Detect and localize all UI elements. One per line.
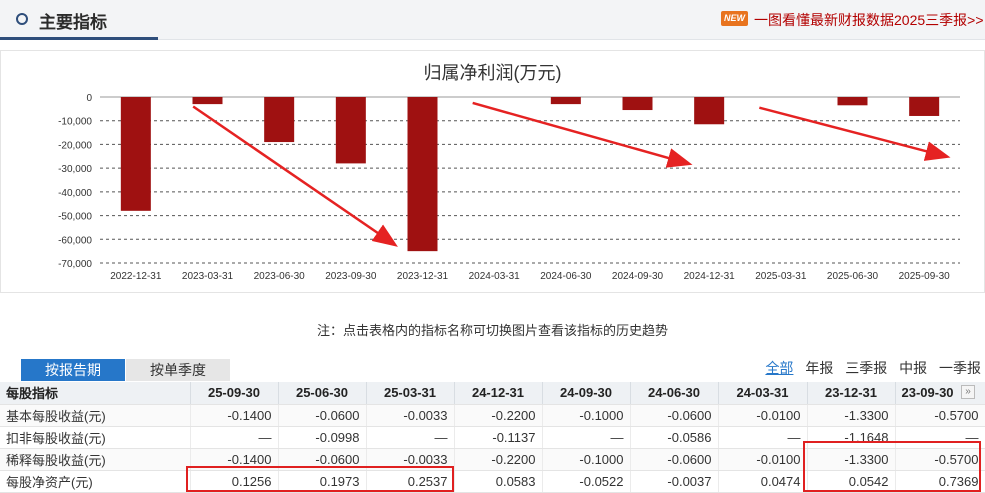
net-profit-bar-chart: 0 -10,000 -20,000 -30,000 -40,000 -50,000 -60,… (58, 93, 960, 282)
row-label[interactable]: 基本每股收益(元) (0, 404, 191, 427)
table-cell: -0.1000 (542, 448, 631, 471)
x-tick-label: 2023-09-30 (325, 271, 377, 282)
annotation-arrow (472, 101, 693, 168)
table-cell: — (366, 426, 455, 449)
table-cell: 0.2537 (366, 470, 455, 493)
filter-annual[interactable]: 年报 (805, 360, 833, 376)
column-header: 25-09-30 (190, 382, 279, 405)
column-header: 24-03-31 (718, 382, 808, 405)
table-cell: -0.1400 (190, 448, 279, 471)
y-tick-label: -20,000 (58, 140, 92, 151)
bar (407, 97, 438, 252)
filter-interim[interactable]: 中报 (899, 360, 927, 376)
x-tick-label: 2024-09-30 (612, 271, 664, 282)
chevron-right-double-icon[interactable]: » (961, 385, 975, 399)
table-cell: — (895, 426, 985, 449)
column-header: 24-12-31 (454, 382, 543, 405)
table-cell: 0.0474 (718, 470, 808, 493)
x-tick-label: 2025-09-30 (899, 271, 951, 282)
table-cell: -0.0600 (630, 448, 719, 471)
bar (120, 97, 151, 211)
report-filter: 全部 年报 三季报 中报 一季报 (757, 358, 981, 378)
table-cell: -0.0600 (630, 404, 719, 427)
bar (550, 97, 581, 105)
y-tick-label: -70,000 (58, 259, 92, 270)
column-header: 25-06-30 (278, 382, 367, 405)
table-cell: -0.0033 (366, 448, 455, 471)
row-label[interactable]: 每股净资产(元) (0, 470, 191, 493)
table-cell: -1.1648 (807, 426, 896, 449)
table-cell: -1.3300 (807, 448, 896, 471)
table-row: 扣非每股收益(元) — -0.0998— -0.1137— -0.0586— -1.164… (0, 426, 985, 449)
table-cell: -0.0033 (366, 404, 455, 427)
bar (694, 97, 725, 125)
y-tick-label: 0 (86, 93, 92, 104)
table-cell: -0.1137 (454, 426, 543, 449)
bar (837, 97, 868, 106)
per-share-table: 每股指标 25-09-30 25-06-30 25-03-31 24-12-31… (0, 382, 985, 493)
x-tick-label: 2023-06-30 (254, 271, 306, 282)
y-tick-label: -40,000 (58, 188, 92, 199)
table-cell: -0.0100 (718, 404, 808, 427)
table-cell: -0.1000 (542, 404, 631, 427)
table-cell: -0.1400 (190, 404, 279, 427)
filter-q1[interactable]: 一季报 (939, 360, 981, 376)
table-cell: 0.0583 (454, 470, 543, 493)
tab-by-period[interactable]: 按报告期 (21, 359, 125, 381)
table-row: 稀释每股收益(元) -0.1400 -0.0600 -0.0033 -0.2200 -0.… (0, 448, 985, 471)
table-row: 基本每股收益(元) -0.1400 -0.0600 -0.0033 -0.2200 -0.… (0, 404, 985, 427)
x-tick-label: 2024-03-31 (469, 271, 521, 282)
bar (264, 97, 295, 143)
table-cell: -0.5700 (895, 448, 985, 471)
column-header: 23-12-31 (807, 382, 896, 405)
table-cell: -0.2200 (454, 448, 543, 471)
y-tick-label: -30,000 (58, 164, 92, 175)
table-cell: -0.0586 (630, 426, 719, 449)
x-tick-label: 2023-12-31 (397, 271, 449, 282)
table-cell: — (190, 426, 279, 449)
table-cell: -0.0600 (278, 448, 367, 471)
x-tick-label: 2025-06-30 (827, 271, 879, 282)
filter-q3[interactable]: 三季报 (845, 360, 887, 376)
table-cell: -0.5700 (895, 404, 985, 427)
tab-by-quarter[interactable]: 按单季度 (126, 359, 230, 381)
table-cell: -0.0037 (630, 470, 719, 493)
table-cell: 0.1256 (190, 470, 279, 493)
table-cell: 0.1973 (278, 470, 367, 493)
table-cell: -0.0998 (278, 426, 367, 449)
hint-note: 注：点击表格内的指标名称可切换图片查看该指标的历史趋势 (316, 323, 668, 338)
bar (622, 97, 653, 111)
x-tick-label: 2024-06-30 (540, 271, 592, 282)
table-cell: -0.0600 (278, 404, 367, 427)
header-label: 每股指标 (0, 382, 191, 405)
x-tick-label: 2024-12-31 (684, 271, 736, 282)
table-cell: 0.0542 (807, 470, 896, 493)
x-tick-label: 2025-03-31 (755, 271, 807, 282)
x-tick-label: 2022-12-31 (110, 271, 162, 282)
row-label[interactable]: 扣非每股收益(元) (0, 426, 191, 449)
column-header: 24-06-30 (630, 382, 719, 405)
table-header-row: 每股指标 25-09-30 25-06-30 25-03-31 24-12-31… (0, 382, 985, 405)
y-tick-label: -60,000 (58, 235, 92, 246)
y-tick-label: -10,000 (58, 117, 92, 128)
column-header: 25-03-31 (366, 382, 455, 405)
table-cell: -1.3300 (807, 404, 896, 427)
bar (192, 97, 223, 105)
bar (335, 97, 366, 164)
table-cell: -0.2200 (454, 404, 543, 427)
table-cell: 0.7369 (895, 470, 985, 493)
filter-all[interactable]: 全部 (765, 360, 793, 376)
table-row: 每股净资产(元) 0.1256 0.1973 0.2537 0.0583 -0.0522-… (0, 470, 985, 493)
bar (909, 97, 940, 116)
table-cell: -0.0100 (718, 448, 808, 471)
column-header: 24-09-30 (542, 382, 631, 405)
table-cell: — (542, 426, 631, 449)
table-cell: -0.0522 (542, 470, 631, 493)
table-cell: — (718, 426, 808, 449)
row-label[interactable]: 稀释每股收益(元) (0, 448, 191, 471)
y-tick-label: -50,000 (58, 212, 92, 223)
x-tick-label: 2023-03-31 (182, 271, 234, 282)
